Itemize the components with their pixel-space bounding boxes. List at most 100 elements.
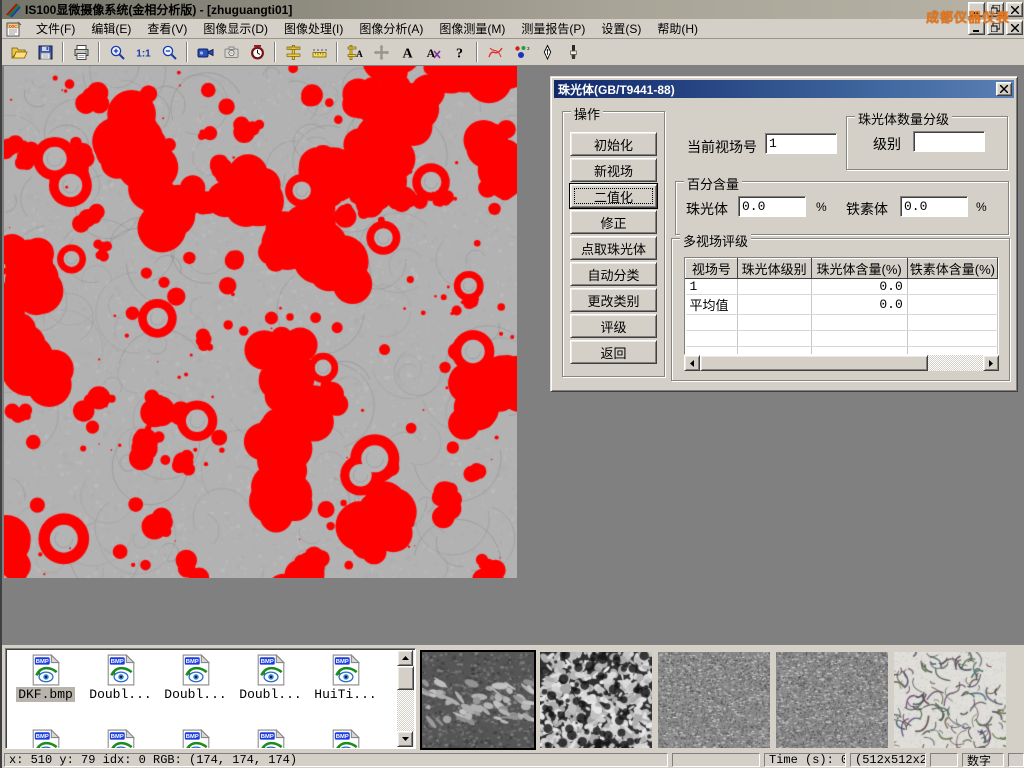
ruler-button[interactable]: [306, 40, 332, 64]
mdi-close-button[interactable]: [1006, 20, 1023, 35]
file-item-4[interactable]: BMPDoubl...: [233, 654, 308, 702]
file-name[interactable]: Doubl...: [237, 687, 303, 702]
dialog-close-button[interactable]: [996, 82, 1012, 96]
file-name[interactable]: DKF.bmp: [16, 687, 75, 702]
current-view-input[interactable]: 1: [765, 133, 837, 154]
file-name[interactable]: HuiTi...: [312, 687, 378, 702]
op-button-2[interactable]: 新视场: [570, 158, 657, 182]
scroll-down-arrow[interactable]: [397, 731, 413, 747]
table-header-3[interactable]: 珠光体含量(%): [811, 259, 907, 279]
file-name[interactable]: Doubl...: [87, 687, 153, 702]
file-browser-scrollbar[interactable]: [397, 650, 414, 747]
thumbnail-3[interactable]: [658, 652, 770, 748]
clock-button[interactable]: [244, 40, 270, 64]
hscroll-track[interactable]: [928, 355, 983, 371]
text-button[interactable]: A: [394, 40, 420, 64]
op-button-1[interactable]: 初始化: [570, 132, 657, 156]
multi-view-table[interactable]: 视场号珠光体级别珠光体含量(%)铁素体含量(%)10.0平均值0.0: [684, 257, 999, 355]
table-row[interactable]: 平均值0.0: [686, 295, 998, 315]
caliper-button[interactable]: [280, 40, 306, 64]
pen-button[interactable]: [534, 40, 560, 64]
scroll-left-arrow[interactable]: [684, 355, 700, 371]
particles-button[interactable]: 3: [508, 40, 534, 64]
op-button-6[interactable]: 自动分类: [570, 262, 657, 286]
file-item-row2-1[interactable]: BMP: [8, 729, 83, 749]
minimize-button[interactable]: [968, 2, 985, 17]
restore-button[interactable]: [987, 2, 1004, 17]
curve-button[interactable]: [482, 40, 508, 64]
op-button-9[interactable]: 返回: [570, 340, 657, 364]
menu-item-9[interactable]: 设置(S): [593, 18, 649, 39]
scroll-right-arrow[interactable]: [983, 355, 999, 371]
vscroll-thumb[interactable]: [397, 666, 414, 690]
menu-item-6[interactable]: 图像分析(A): [351, 18, 431, 39]
file-item-row2-4[interactable]: BMP: [233, 729, 308, 749]
menu-item-4[interactable]: 图像显示(D): [195, 18, 276, 39]
menu-item-10[interactable]: 帮助(H): [649, 18, 706, 39]
measure-caliper-button[interactable]: A: [342, 40, 368, 64]
hscroll-thumb[interactable]: [700, 355, 928, 371]
menu-item-3[interactable]: 查看(V): [139, 18, 195, 39]
file-name[interactable]: Doubl...: [162, 687, 228, 702]
ferrite-label: 铁素体: [846, 199, 888, 219]
thumbnail-4[interactable]: [776, 652, 888, 748]
actual-size-button[interactable]: 1:1: [130, 40, 156, 64]
help-button[interactable]: ?: [446, 40, 472, 64]
table-header-4[interactable]: 铁素体含量(%): [907, 259, 997, 279]
file-item-3[interactable]: BMPDoubl...: [158, 654, 233, 702]
table-row[interactable]: [686, 347, 998, 356]
brush-icon: [565, 44, 582, 61]
menu-item-1[interactable]: 文件(F): [28, 18, 83, 39]
op-button-3[interactable]: 二值化: [570, 184, 657, 208]
brush-button[interactable]: [560, 40, 586, 64]
table-hscrollbar[interactable]: [684, 355, 999, 371]
camera-button[interactable]: [218, 40, 244, 64]
text-style-button[interactable]: A: [420, 40, 446, 64]
table-header-2[interactable]: 珠光体级别: [737, 259, 811, 279]
print-button[interactable]: [68, 40, 94, 64]
thumbnail-1[interactable]: [422, 652, 534, 748]
op-button-4[interactable]: 修正: [570, 210, 657, 234]
file-item-2[interactable]: BMPDoubl...: [83, 654, 158, 702]
menu-item-7[interactable]: 图像测量(M): [431, 18, 513, 39]
op-button-8[interactable]: 评级: [570, 314, 657, 338]
mdi-minimize-button[interactable]: [968, 20, 985, 35]
thumbnail-2[interactable]: [540, 652, 652, 748]
zoom-out-button[interactable]: [156, 40, 182, 64]
grade-input[interactable]: [913, 131, 985, 152]
menu-item-5[interactable]: 图像处理(I): [276, 18, 351, 39]
thumbnail-5[interactable]: [894, 652, 1006, 748]
op-button-7[interactable]: 更改类别: [570, 288, 657, 312]
file-item-1[interactable]: BMPDKF.bmp: [8, 654, 83, 702]
file-item-5[interactable]: BMPHuiTi...: [308, 654, 383, 702]
table-header-1[interactable]: 视场号: [686, 259, 738, 279]
bottom-panel: BMPDKF.bmpBMPDoubl...BMPDoubl...BMPDoubl…: [2, 645, 1024, 752]
ferrite-percent-input[interactable]: 0.0: [900, 196, 968, 217]
save-button[interactable]: [32, 40, 58, 64]
toolbar: 1:1AAA?3: [2, 39, 1024, 66]
micrograph-image[interactable]: [4, 66, 517, 578]
file-item-row2-5[interactable]: BMP: [308, 729, 383, 749]
file-item-row2-3[interactable]: BMP: [158, 729, 233, 749]
op-button-5[interactable]: 点取珠光体: [570, 236, 657, 260]
table-row[interactable]: [686, 315, 998, 331]
dialog-title-bar[interactable]: 珠光体(GB/T9441-88): [554, 80, 1014, 98]
app-icon: [5, 2, 21, 18]
pearlite-percent-input[interactable]: 0.0: [738, 196, 806, 217]
table-row[interactable]: [686, 331, 998, 347]
toolbar-separator: [274, 42, 276, 62]
grade-group-label: 珠光体数量分级: [855, 109, 952, 128]
close-button[interactable]: [1006, 2, 1023, 17]
menu-item-8[interactable]: 测量报告(P): [513, 18, 593, 39]
zoom-in-button[interactable]: [104, 40, 130, 64]
mdi-restore-button[interactable]: [987, 20, 1004, 35]
video-camera-button[interactable]: [192, 40, 218, 64]
menu-item-2[interactable]: 编辑(E): [83, 18, 139, 39]
table-row[interactable]: 10.0: [686, 279, 998, 295]
move-cross-button[interactable]: [368, 40, 394, 64]
open-button[interactable]: [6, 40, 32, 64]
file-item-row2-2[interactable]: BMP: [83, 729, 158, 749]
dialog-title-text: 珠光体(GB/T9441-88): [558, 81, 675, 98]
vscroll-track[interactable]: [397, 690, 414, 731]
scroll-up-arrow[interactable]: [397, 650, 413, 666]
